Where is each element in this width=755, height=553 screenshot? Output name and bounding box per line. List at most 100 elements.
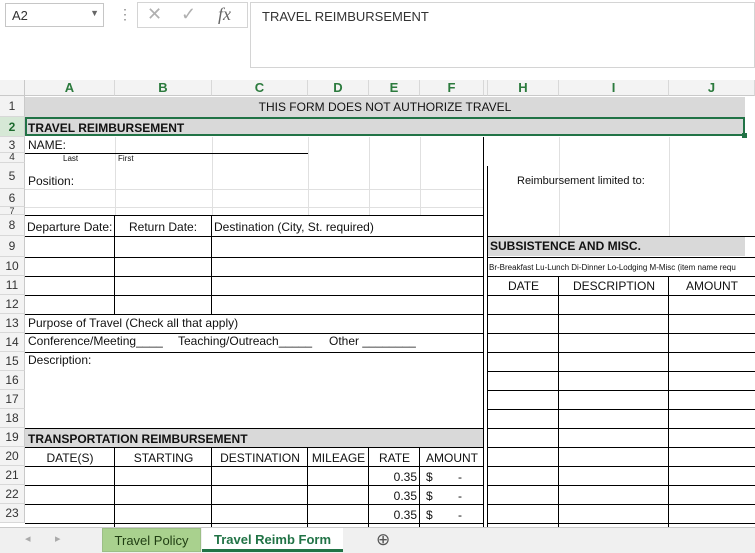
border-line — [25, 314, 484, 315]
row-header-18[interactable]: 18 — [0, 409, 25, 428]
column-header-d[interactable]: D — [308, 80, 369, 96]
other-option[interactable]: Other ________ — [329, 334, 416, 348]
column-header-e[interactable]: E — [369, 80, 420, 96]
column-header-a[interactable]: A — [25, 80, 115, 96]
row-header-16[interactable]: 16 — [0, 371, 25, 390]
name-box-value: A2 — [12, 8, 28, 23]
tab-travel-policy[interactable]: Travel Policy — [102, 528, 201, 552]
gridline — [369, 137, 370, 215]
formula-toolbar: A2 ▼ ⋮ ✕ ✓ fx TRAVEL REIMBURSEMENT — [0, 0, 755, 80]
amount-value[interactable]: - — [458, 489, 462, 503]
tab-travel-reimb-form[interactable]: Travel Reimb Form — [202, 528, 343, 552]
row-header-5[interactable]: 5 — [0, 163, 25, 189]
row-header-10[interactable]: 10 — [0, 257, 25, 276]
title-text[interactable]: TRAVEL REIMBURSEMENT — [28, 121, 184, 135]
border-line — [25, 257, 484, 258]
row-header-20[interactable]: 20 — [0, 447, 25, 466]
header-description[interactable]: DESCRIPTION — [559, 279, 669, 293]
cancel-icon[interactable]: ✕ — [147, 4, 162, 25]
row-header-4[interactable]: 4 — [0, 153, 25, 163]
transport-title[interactable]: TRANSPORTATION REIMBURSEMENT — [28, 432, 248, 446]
select-all-corner[interactable] — [0, 80, 25, 96]
scroll-right-icon[interactable]: ▸ — [55, 532, 61, 545]
return-date-label[interactable]: Return Date: — [129, 220, 197, 234]
row-header-15[interactable]: 15 — [0, 352, 25, 371]
border-line — [211, 215, 212, 314]
teaching-option[interactable]: Teaching/Outreach_____ — [178, 334, 312, 348]
border-line — [487, 166, 488, 527]
chevron-down-icon[interactable]: ▼ — [90, 8, 99, 18]
formula-input[interactable]: TRAVEL REIMBURSEMENT — [250, 2, 755, 68]
column-header-h[interactable]: H — [488, 80, 559, 96]
border-line — [25, 485, 484, 486]
insert-function-icon[interactable]: fx — [218, 4, 231, 25]
destination-label[interactable]: Destination (City, St. required) — [214, 220, 374, 234]
name-label[interactable]: NAME: — [28, 138, 66, 152]
header-amount[interactable]: AMOUNT — [420, 451, 484, 465]
reimb-limit-label[interactable]: Reimbursement limited to: — [517, 175, 645, 187]
header-rate[interactable]: RATE — [369, 451, 420, 465]
enter-icon[interactable]: ✓ — [181, 4, 196, 25]
more-options-icon[interactable]: ⋮ — [118, 6, 132, 23]
row-header-6[interactable]: 6 — [0, 189, 25, 207]
rate-value[interactable]: 0.35 — [369, 470, 417, 484]
row-header-9[interactable]: 9 — [0, 236, 25, 257]
row-header-19[interactable]: 19 — [0, 428, 25, 447]
meal-legend[interactable]: Br-Breakfast Lu-Lunch Di-Dinner Lo-Lodgi… — [489, 263, 753, 272]
spreadsheet-grid[interactable]: A B C D E F G H I J 1 2 3 4 5 6 7 8 9 10… — [0, 80, 755, 527]
purpose-label[interactable]: Purpose of Travel (Check all that apply) — [28, 316, 238, 330]
header-dates[interactable]: DATE(S) — [25, 451, 115, 465]
border-line — [488, 390, 755, 391]
row-header-3[interactable]: 3 — [0, 137, 25, 153]
border-line — [25, 276, 484, 277]
border-line — [25, 295, 484, 296]
header-date[interactable]: DATE — [488, 279, 559, 293]
amount-value[interactable]: - — [458, 470, 462, 484]
name-box[interactable]: A2 ▼ — [5, 3, 104, 27]
row-header-7[interactable]: 7 — [0, 207, 25, 216]
column-header-i[interactable]: I — [559, 80, 669, 96]
rate-value[interactable]: 0.35 — [369, 489, 417, 503]
header-amount[interactable]: AMOUNT — [669, 279, 755, 293]
gridline — [420, 137, 421, 215]
position-label[interactable]: Position: — [28, 174, 74, 188]
row-header-14[interactable]: 14 — [0, 333, 25, 352]
description-label[interactable]: Description: — [28, 353, 91, 367]
first-label[interactable]: First — [118, 154, 134, 163]
border-line — [25, 428, 484, 429]
header-mileage[interactable]: MILEAGE — [308, 451, 369, 465]
currency-symbol: $ — [426, 508, 433, 522]
rate-value[interactable]: 0.35 — [369, 508, 417, 522]
row-header-21[interactable]: 21 — [0, 466, 25, 485]
header-destination[interactable]: DESTINATION — [212, 451, 308, 465]
column-header-b[interactable]: B — [115, 80, 212, 96]
header-starting[interactable]: STARTING — [115, 451, 212, 465]
border-line — [25, 523, 484, 524]
border-line — [25, 236, 484, 237]
fill-handle[interactable] — [742, 133, 747, 138]
conference-option[interactable]: Conference/Meeting____ — [28, 334, 163, 348]
amount-value[interactable]: - — [458, 508, 462, 522]
row-header-23[interactable]: 23 — [0, 504, 25, 523]
border-line — [488, 447, 755, 448]
row-header-11[interactable]: 11 — [0, 276, 25, 295]
departure-date-label[interactable]: Departure Date: — [27, 220, 112, 234]
row-header-17[interactable]: 17 — [0, 390, 25, 409]
row-header-1[interactable]: 1 — [0, 96, 25, 117]
border-line — [558, 276, 559, 527]
row-header-8[interactable]: 8 — [0, 215, 25, 236]
row-header-12[interactable]: 12 — [0, 295, 25, 314]
border-line — [488, 295, 755, 296]
row-header-2[interactable]: 2 — [0, 117, 25, 137]
subsistence-title[interactable]: SUBSISTENCE AND MISC. — [490, 239, 641, 253]
column-header-f[interactable]: F — [420, 80, 484, 96]
add-sheet-icon[interactable]: ⊕ — [376, 530, 390, 550]
column-header-c[interactable]: C — [212, 80, 308, 96]
column-header-j[interactable]: J — [669, 80, 755, 96]
row-header-13[interactable]: 13 — [0, 314, 25, 333]
row-header-22[interactable]: 22 — [0, 485, 25, 504]
formula-content: TRAVEL REIMBURSEMENT — [262, 9, 429, 24]
last-label[interactable]: Last — [63, 154, 78, 163]
banner-text[interactable]: THIS FORM DOES NOT AUTHORIZE TRAVEL — [25, 100, 745, 114]
scroll-left-icon[interactable]: ◂ — [25, 532, 31, 545]
